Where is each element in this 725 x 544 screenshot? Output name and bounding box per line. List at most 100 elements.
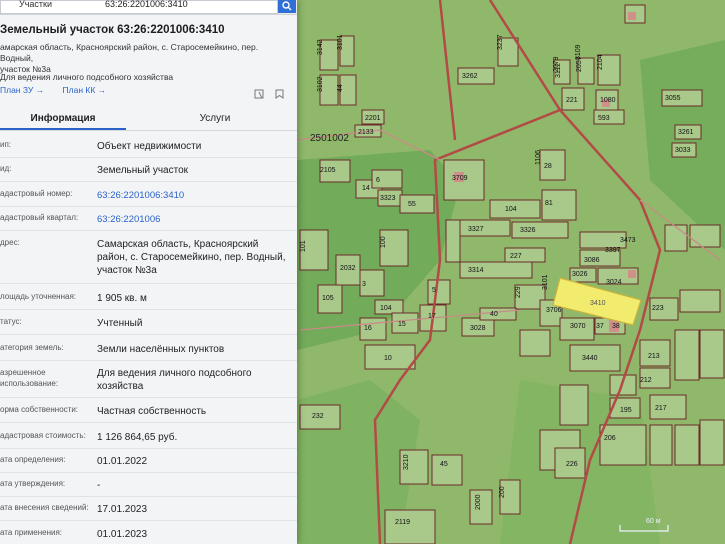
parcel-number-label: 3326 — [520, 227, 536, 234]
parcel-number-label: 6 — [376, 177, 380, 184]
parcel-number-label: 44 — [337, 84, 344, 92]
parcel[interactable] — [689, 224, 721, 248]
row-value: Земли населённых пунктов — [97, 344, 225, 355]
parcel[interactable] — [599, 424, 647, 466]
parcel-address: амарская область, Красноярский район, с.… — [0, 42, 270, 75]
parcel-number-label: 3101 — [337, 34, 344, 50]
parcel-number-label: 227 — [510, 253, 522, 260]
plan-zu-link[interactable]: План ЗУ → — [0, 85, 44, 95]
cad-quarter-link[interactable]: 63:26:2201006 — [97, 213, 287, 226]
parcel-number-label: 3026 — [572, 271, 588, 278]
parcel-number-label: 2133 — [358, 129, 374, 136]
row-key: ид: — [0, 164, 12, 173]
divider — [0, 520, 297, 521]
parcel-number-label: 3033 — [675, 147, 691, 154]
parcel-number-label: 2119 — [395, 519, 410, 526]
divider — [0, 496, 297, 497]
parcel-number-label: 16 — [364, 325, 372, 332]
divider — [0, 309, 297, 310]
locate-icon[interactable] — [254, 89, 264, 99]
cad-number-link[interactable]: 63:26:2201006:3410 — [97, 189, 287, 202]
bookmark-icon[interactable] — [275, 89, 284, 99]
parcel[interactable] — [664, 224, 688, 252]
panel-tabs: Информация Услуги — [0, 108, 297, 131]
row-value: Для ведения личного подсобного хозяйства — [97, 368, 252, 392]
parcel-number-label: 3327 — [468, 226, 484, 233]
parcel[interactable] — [699, 329, 725, 379]
parcel[interactable] — [399, 194, 435, 214]
search-icon — [282, 1, 292, 11]
scale-bar-line — [619, 525, 669, 532]
row-key: татус: — [0, 317, 22, 326]
parcel-number-label: 55 — [408, 201, 416, 208]
row-key: ип: — [0, 140, 12, 149]
parcel-number-label: 2000 — [475, 494, 482, 510]
panel-tools — [254, 86, 288, 104]
selected-parcel-label: 3410 — [590, 300, 606, 307]
search-value[interactable]: 63:26:2201006:3410 — [105, 0, 188, 10]
parcel-number-label: 28 — [544, 163, 552, 170]
row-value: Учтенный — [97, 318, 143, 329]
parcel-address-line: амарская область, Красноярский район, с.… — [0, 42, 259, 63]
parcel-number-label: 81 — [545, 200, 553, 207]
parcel-number-label: 3112 — [555, 63, 562, 78]
plan-kk-link[interactable]: План КК → — [63, 85, 107, 95]
parcel[interactable] — [674, 329, 700, 381]
search-input[interactable]: Участки 63:26:2201006:3410 — [0, 0, 278, 14]
parcel-number-label: 593 — [598, 115, 610, 122]
divider — [0, 422, 297, 423]
parcel-number-label: 5 — [432, 287, 436, 294]
row-value: 01.01.2022 — [97, 456, 148, 467]
parcel-number-label: 223 — [652, 305, 664, 312]
parcel-number-label: 45 — [440, 461, 448, 468]
row-key: ата применения: — [0, 528, 63, 537]
parcel-number-label: 2032 — [340, 265, 356, 272]
parcel[interactable] — [699, 419, 725, 466]
parcel-number-label: 2201 — [365, 115, 381, 122]
row-key: адастровый квартал: — [0, 213, 79, 222]
parcel-purpose: Для ведения личного подсобного хозяйства — [0, 72, 174, 82]
parcel-number-label: 3709 — [452, 175, 468, 182]
parcel-number-label: 3101 — [542, 274, 549, 290]
parcel-number-label: 3262 — [462, 73, 478, 80]
parcel[interactable] — [674, 424, 700, 466]
search-category[interactable]: Участки — [19, 0, 52, 10]
row-key: атегория земель: — [0, 343, 64, 352]
parcel[interactable] — [519, 329, 551, 357]
row-value: Объект недвижимости — [97, 141, 202, 152]
row-value: Земельный участок — [97, 165, 189, 176]
parcel[interactable] — [479, 307, 517, 321]
parcel-number-label: 226 — [566, 461, 578, 468]
divider — [0, 230, 297, 231]
parcel-title: Земельный участок 63:26:2201006:3410 — [0, 24, 225, 36]
parcel[interactable] — [431, 454, 463, 486]
parcel-number-label: 38 — [612, 323, 620, 330]
parcel-number-label: 229 — [515, 286, 522, 298]
parcel-number-label: 1080 — [600, 97, 616, 104]
divider — [0, 448, 297, 449]
search-button[interactable] — [278, 0, 296, 13]
parcel-number-label: 3210 — [403, 454, 410, 470]
row-key: ата утверждения: — [0, 479, 66, 488]
parcel-number-label: 200 — [499, 486, 506, 498]
row-key: ата определения: — [0, 455, 66, 464]
parcel[interactable] — [384, 509, 436, 544]
divider — [0, 397, 297, 398]
parcel[interactable] — [445, 219, 461, 263]
tab-information[interactable]: Информация — [0, 108, 126, 130]
row-key: дрес: — [0, 238, 20, 247]
parcel-number-label: 195 — [620, 407, 632, 414]
divider — [0, 334, 297, 335]
parcel-number-label: 3237 — [497, 34, 504, 50]
row-value: 01.01.2023 — [97, 529, 148, 540]
parcel[interactable] — [649, 424, 673, 466]
row-key: адастровый номер: — [0, 189, 73, 198]
parcel[interactable] — [679, 289, 721, 313]
parcel-number-label: 14 — [362, 185, 370, 192]
parcel-number-label: 37 — [596, 323, 604, 330]
parcel-number-label: 3706 — [546, 307, 562, 314]
tab-services[interactable]: Услуги — [150, 108, 280, 130]
divider — [0, 283, 297, 284]
parcel-number-label: 1106 — [535, 150, 542, 165]
parcel[interactable] — [559, 384, 589, 426]
